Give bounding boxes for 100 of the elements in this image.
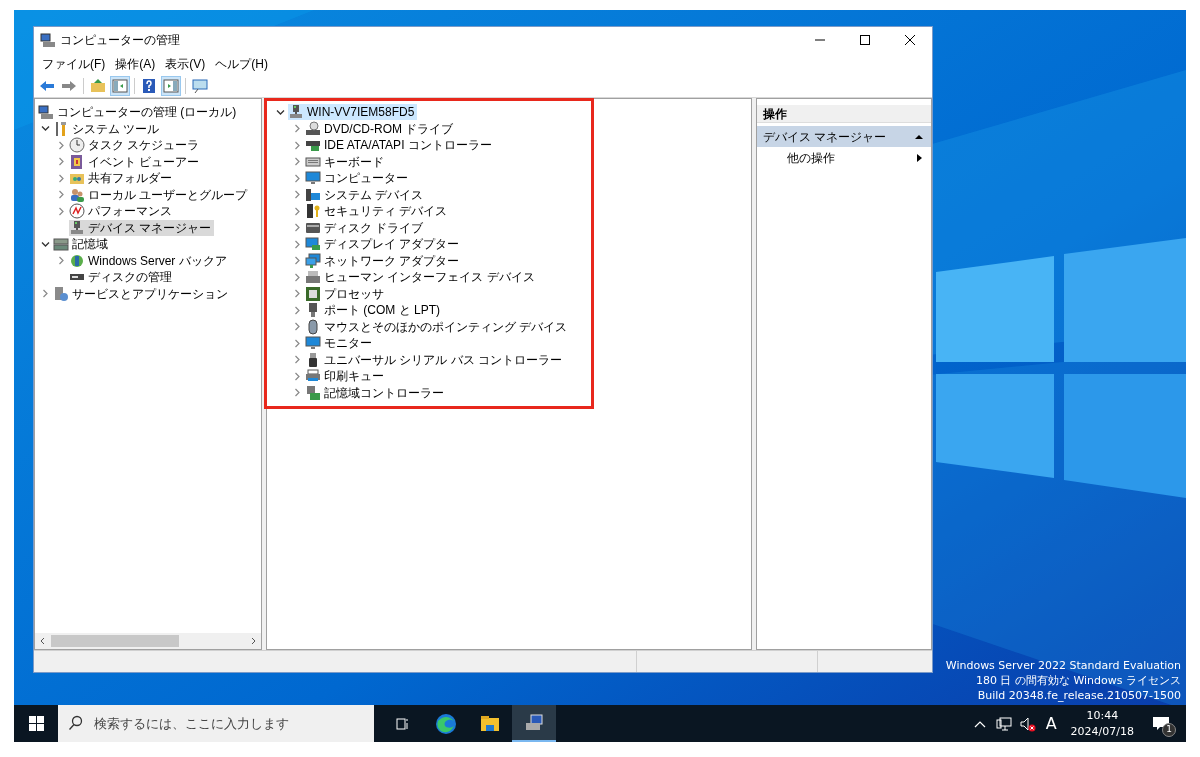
- tree-item-label: ディスプレイ アダプター: [324, 236, 460, 254]
- storage-icon: [53, 236, 69, 253]
- tree-item-label: 印刷キュー: [324, 368, 384, 386]
- toolbar-button[interactable]: [110, 76, 130, 96]
- chevron-down-icon[interactable]: [41, 239, 50, 249]
- search-field[interactable]: 検索するには、ここに入力します: [58, 705, 374, 742]
- chevron-right-icon[interactable]: [292, 355, 302, 365]
- chevron-right-icon[interactable]: [292, 272, 302, 282]
- tree-item-label: 記憶域: [72, 236, 108, 254]
- tree-item-label: システム デバイス: [324, 186, 424, 204]
- tree-item[interactable]: コンピューターの管理 (ローカル): [38, 104, 240, 121]
- chevron-right-icon[interactable]: [41, 289, 50, 299]
- chevron-right-icon[interactable]: [292, 388, 302, 398]
- clock[interactable]: 10:44 2024/07/18: [1070, 707, 1134, 740]
- chevron-right-icon[interactable]: [292, 322, 302, 332]
- tree-item[interactable]: ポート (COM と LPT): [305, 302, 440, 319]
- tree-item[interactable]: WIN-VV7IEM58FD5: [288, 104, 418, 121]
- chevron-right-icon[interactable]: [292, 173, 302, 183]
- scroll-right-icon: [249, 637, 257, 645]
- horizontal-scrollbar[interactable]: [35, 633, 261, 649]
- tree-item[interactable]: ネットワーク アダプター: [305, 252, 460, 269]
- tree-item[interactable]: キーボード: [305, 153, 384, 170]
- task-view-icon: [394, 715, 410, 732]
- chevron-right-icon[interactable]: [292, 371, 302, 381]
- chevron-right-icon[interactable]: [57, 140, 66, 150]
- toolbar-button[interactable]: [161, 76, 181, 96]
- tree-item[interactable]: コンピューター: [305, 170, 408, 187]
- tree-item[interactable]: プロセッサ: [305, 285, 384, 302]
- chevron-right-icon[interactable]: [57, 206, 66, 216]
- menu-item[interactable]: 表示(V): [160, 55, 211, 73]
- tree-item-label: イベント ビューアー: [88, 153, 200, 171]
- system-devices-icon: [305, 186, 321, 203]
- edition-notice-line: Build 20348.fe_release.210507-1500: [977, 688, 1181, 703]
- ime-indicator[interactable]: A: [1045, 711, 1057, 736]
- tree-item-label: コンピューターの管理 (ローカル): [57, 104, 237, 122]
- chevron-down-icon[interactable]: [275, 107, 285, 117]
- collapse-icon: [915, 132, 923, 141]
- tree-item[interactable]: パフォーマンス: [69, 203, 175, 220]
- chevron-right-icon[interactable]: [292, 140, 302, 150]
- menu-item[interactable]: ヘルプ(H): [210, 55, 273, 73]
- chevron-right-icon[interactable]: [292, 124, 302, 134]
- tree-item[interactable]: Windows Server バックア: [69, 252, 230, 269]
- toolbar-button[interactable]: [190, 76, 210, 96]
- section-header[interactable]: デバイス マネージャー: [757, 126, 931, 147]
- tree-item[interactable]: サービスとアプリケーション: [53, 285, 231, 302]
- chevron-right-icon[interactable]: [292, 239, 302, 249]
- tree-item[interactable]: タスク スケジューラ: [69, 137, 203, 154]
- chevron-right-icon[interactable]: [292, 256, 302, 266]
- tree-item[interactable]: システム ツール: [53, 120, 163, 137]
- chevron-right-icon[interactable]: [57, 256, 66, 266]
- chevron-right-icon[interactable]: [57, 190, 66, 200]
- tree-item-label: ディスク ドライブ: [324, 219, 424, 237]
- menu-item[interactable]: ファイル(F): [37, 55, 111, 73]
- chevron-right-icon[interactable]: [57, 157, 66, 167]
- tree-item[interactable]: ローカル ユーザーとグループ: [69, 186, 251, 203]
- scroll-left-icon: [39, 637, 47, 645]
- tools-icon: [53, 120, 69, 137]
- edition-notice-line: Windows Server 2022 Standard Evaluation: [945, 658, 1181, 673]
- performance-icon: [69, 203, 85, 220]
- tree-item[interactable]: 記憶域コントローラー: [305, 384, 444, 401]
- tree-item-label: WIN-VV7IEM58FD5: [307, 104, 415, 122]
- taskbar-app-button[interactable]: [512, 705, 556, 742]
- close-icon: [904, 35, 915, 45]
- tree-item[interactable]: ディスプレイ アダプター: [305, 236, 460, 253]
- chevron-right-icon[interactable]: [292, 305, 302, 315]
- tree-item[interactable]: モニター: [305, 335, 372, 352]
- pane-icon: [112, 78, 128, 94]
- tree-item-label: キーボード: [324, 153, 384, 171]
- submenu-arrow-icon: [917, 154, 923, 162]
- tree-item-label: 記憶域コントローラー: [324, 384, 444, 402]
- tree-item[interactable]: デバイス マネージャー: [69, 219, 215, 236]
- chevron-right-icon[interactable]: [292, 206, 302, 216]
- chevron-right-icon[interactable]: [292, 289, 302, 299]
- monitor-icon: [192, 78, 208, 94]
- tree-item[interactable]: 印刷キュー: [305, 368, 384, 385]
- tree-item[interactable]: イベント ビューアー: [69, 153, 203, 170]
- tree-item-label: ポート (COM と LPT): [324, 302, 440, 320]
- tree-item[interactable]: 共有フォルダー: [69, 170, 175, 187]
- tree-item[interactable]: システム デバイス: [305, 186, 424, 203]
- pane-icon: [163, 78, 179, 94]
- chevron-right-icon[interactable]: [292, 190, 302, 200]
- tree-item[interactable]: セキュリティ デバイス: [305, 203, 448, 220]
- tree-item-label: セキュリティ デバイス: [324, 203, 448, 221]
- tree-item[interactable]: ディスクの管理: [69, 269, 175, 286]
- chevron-right-icon[interactable]: [292, 223, 302, 233]
- chevron-right-icon[interactable]: [57, 173, 66, 183]
- tree-item-label: ネットワーク アダプター: [324, 252, 460, 270]
- users-icon: [69, 186, 85, 203]
- menu-item[interactable]: 操作(A): [110, 55, 161, 73]
- chevron-right-icon[interactable]: [292, 338, 302, 348]
- optical-drive-icon: [305, 120, 321, 137]
- chevron-down-icon[interactable]: [41, 124, 50, 134]
- tree-item[interactable]: 記憶域: [53, 236, 111, 253]
- tree-item[interactable]: DVD/CD-ROM ドライブ: [305, 120, 454, 137]
- chevron-right-icon[interactable]: [292, 157, 302, 167]
- action-item[interactable]: 他の操作: [757, 147, 931, 169]
- event-log-icon: [69, 153, 85, 170]
- network-adapter-icon: [305, 252, 321, 269]
- tree-item[interactable]: ディスク ドライブ: [305, 219, 424, 236]
- browser-icon: [435, 712, 457, 735]
